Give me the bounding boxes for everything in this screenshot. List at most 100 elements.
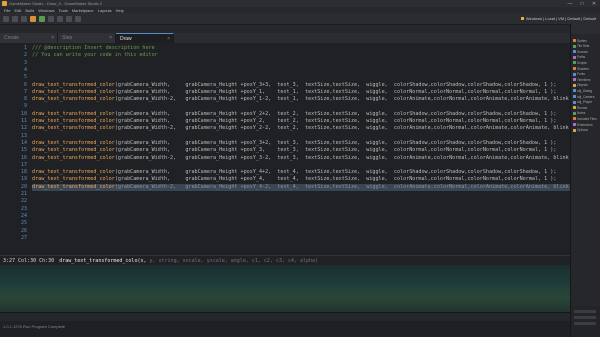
resource-tree-item[interactable]: obj_Camera: [573, 94, 594, 99]
resource-tree-label: Fonts: [577, 72, 585, 77]
resource-tree-label: Scripts: [577, 60, 587, 65]
menu-file[interactable]: File: [4, 8, 10, 13]
code-line[interactable]: [32, 206, 570, 213]
menu-layouts[interactable]: Layouts: [98, 8, 112, 13]
resource-tree-item[interactable]: obj_Player: [573, 100, 592, 105]
line-number: 19: [20, 176, 27, 183]
resource-tree-item[interactable]: Sounds: [573, 49, 588, 54]
line-number: 16: [20, 154, 27, 161]
menu-build[interactable]: Build: [25, 8, 34, 13]
code-line[interactable]: draw_text_transformed_color(grabCamera_W…: [32, 125, 570, 132]
code-token: (grabCamera_Width, grabCamera_Height +po…: [114, 147, 557, 154]
line-number: 13: [20, 132, 27, 139]
code-editor[interactable]: 1 2 3 4 5 6 7 8 9 10 11 12 13 14 15 16 17 18 19 20 21 22 23 24 2…: [0, 43, 570, 250]
tab-create[interactable]: Create ×: [0, 33, 58, 43]
line-number: 2: [23, 52, 27, 59]
property-field[interactable]: [574, 322, 596, 325]
code-line[interactable]: draw_text_transformed_color(grabCamera_W…: [32, 155, 570, 162]
code-line[interactable]: [32, 60, 570, 67]
resource-tree-item[interactable]: Tile Sets: [573, 44, 589, 49]
resource-tree-label: Options: [577, 128, 588, 133]
code-line[interactable]: draw_text_transformed_color(grabCamera_W…: [32, 111, 570, 118]
code-line[interactable]: draw_text_transformed_color(grabCamera_W…: [32, 118, 570, 125]
code-line[interactable]: [32, 213, 570, 220]
clean-icon[interactable]: [66, 15, 72, 22]
close-icon[interactable]: ×: [167, 36, 170, 42]
code-line[interactable]: [32, 74, 570, 81]
save-icon[interactable]: [21, 15, 27, 22]
minimize-button[interactable]: —: [564, 1, 576, 7]
folder-icon: [573, 78, 576, 82]
open-project-icon[interactable]: [12, 15, 18, 22]
line-number: 17: [20, 161, 27, 168]
resource-tree-item[interactable]: obj_Dialog: [573, 88, 592, 93]
resource-tree-item[interactable]: Included Files: [573, 116, 597, 121]
code-line[interactable]: draw_text_transformed_color(grabCamera_W…: [32, 82, 570, 89]
resource-tree-item[interactable]: Timelines: [573, 77, 591, 82]
resource-tree-item[interactable]: Extensions: [573, 122, 593, 127]
code-line-selected[interactable]: draw_text_transformed_color(grabCamera_W…: [32, 183, 570, 191]
tab-label: Step: [62, 35, 73, 41]
function-token: draw_text_transformed_color: [32, 139, 115, 146]
close-icon[interactable]: ×: [109, 35, 112, 41]
code-line[interactable]: draw_text_transformed_color(grabCamera_W…: [32, 147, 570, 154]
function-token: draw_text_transformed_color: [32, 81, 115, 88]
resource-tree-item[interactable]: Rooms: [573, 105, 587, 110]
target-selector[interactable]: Windows | Local | VM | Default | Default: [520, 16, 596, 21]
line-number-gutter: 1 2 3 4 5 6 7 8 9 10 11 12 13 14 15 16 17 18 19 20 21 22 23 24 2…: [0, 43, 30, 250]
code-line[interactable]: [32, 67, 570, 74]
code-line[interactable]: [32, 133, 570, 140]
new-project-icon[interactable]: [3, 15, 9, 22]
line-number: 10: [20, 110, 27, 117]
resource-tree-item[interactable]: Objects: [573, 83, 588, 88]
menu-marketplace[interactable]: Marketplace: [72, 8, 94, 13]
resource-tree-item[interactable]: Shaders: [573, 66, 589, 71]
resource-tree-item[interactable]: Sprites: [573, 38, 587, 43]
code-line[interactable]: draw_text_transformed_color(grabCamera_W…: [32, 140, 570, 147]
line-number: 27: [20, 234, 27, 241]
code-line[interactable]: [32, 220, 570, 227]
property-field[interactable]: [574, 310, 596, 313]
code-line[interactable]: // You can write your code in this edito…: [32, 52, 570, 59]
resource-tree-item[interactable]: Paths: [573, 55, 585, 60]
code-line[interactable]: draw_text_transformed_color(grabCamera_W…: [32, 169, 570, 176]
menu-help[interactable]: Help: [116, 8, 124, 13]
resource-tree-item[interactable]: Options: [573, 128, 588, 133]
menu-windows[interactable]: Windows: [38, 8, 54, 13]
stop-icon[interactable]: [57, 15, 63, 22]
close-button[interactable]: ✕: [588, 1, 600, 7]
folder-icon: [573, 111, 576, 115]
code-token: (grabCamera_Width, grabCamera_Height +po…: [114, 169, 557, 176]
resource-tree-label: Notes: [577, 111, 586, 116]
code-line[interactable]: draw_text_transformed_color(grabCamera_W…: [32, 96, 570, 103]
run-icon[interactable]: [39, 15, 45, 22]
resource-tree-item[interactable]: Scripts: [573, 60, 587, 65]
code-line[interactable]: [32, 235, 570, 242]
resource-tree-item[interactable]: Notes: [573, 111, 585, 116]
code-line[interactable]: /// @description Insert description here: [32, 45, 570, 52]
resource-tree-panel: Sprites Tile Sets Sounds Paths Scripts Shader…: [570, 24, 600, 337]
property-field[interactable]: [574, 316, 596, 319]
resource-tree-item[interactable]: Fonts: [573, 72, 585, 77]
code-line[interactable]: [32, 228, 570, 235]
compiler-log: 1.0.1.1276 Run Program Complete: [0, 321, 570, 337]
line-number: 4: [23, 66, 27, 73]
maximize-button[interactable]: □: [576, 1, 588, 7]
build-icon[interactable]: [30, 15, 36, 22]
function-token: draw_text_transformed_color: [32, 110, 115, 117]
code-line[interactable]: [32, 103, 570, 110]
code-line[interactable]: [32, 198, 570, 205]
close-icon[interactable]: ×: [51, 35, 54, 41]
code-line[interactable]: [32, 162, 570, 169]
tab-draw[interactable]: Draw ×: [116, 33, 174, 43]
target-icon[interactable]: [75, 15, 81, 22]
tab-step[interactable]: Step ×: [58, 33, 116, 43]
menu-edit[interactable]: Edit: [14, 8, 21, 13]
code-area[interactable]: /// @description Insert description here…: [32, 43, 570, 250]
menu-tools[interactable]: Tools: [59, 8, 68, 13]
code-line[interactable]: draw_text_transformed_color(grabCamera_W…: [32, 176, 570, 183]
code-line[interactable]: draw_text_transformed_color(grabCamera_W…: [32, 89, 570, 96]
function-token: draw_text_transformed_color: [32, 88, 115, 95]
debug-icon[interactable]: [48, 15, 54, 22]
code-line[interactable]: [32, 191, 570, 198]
